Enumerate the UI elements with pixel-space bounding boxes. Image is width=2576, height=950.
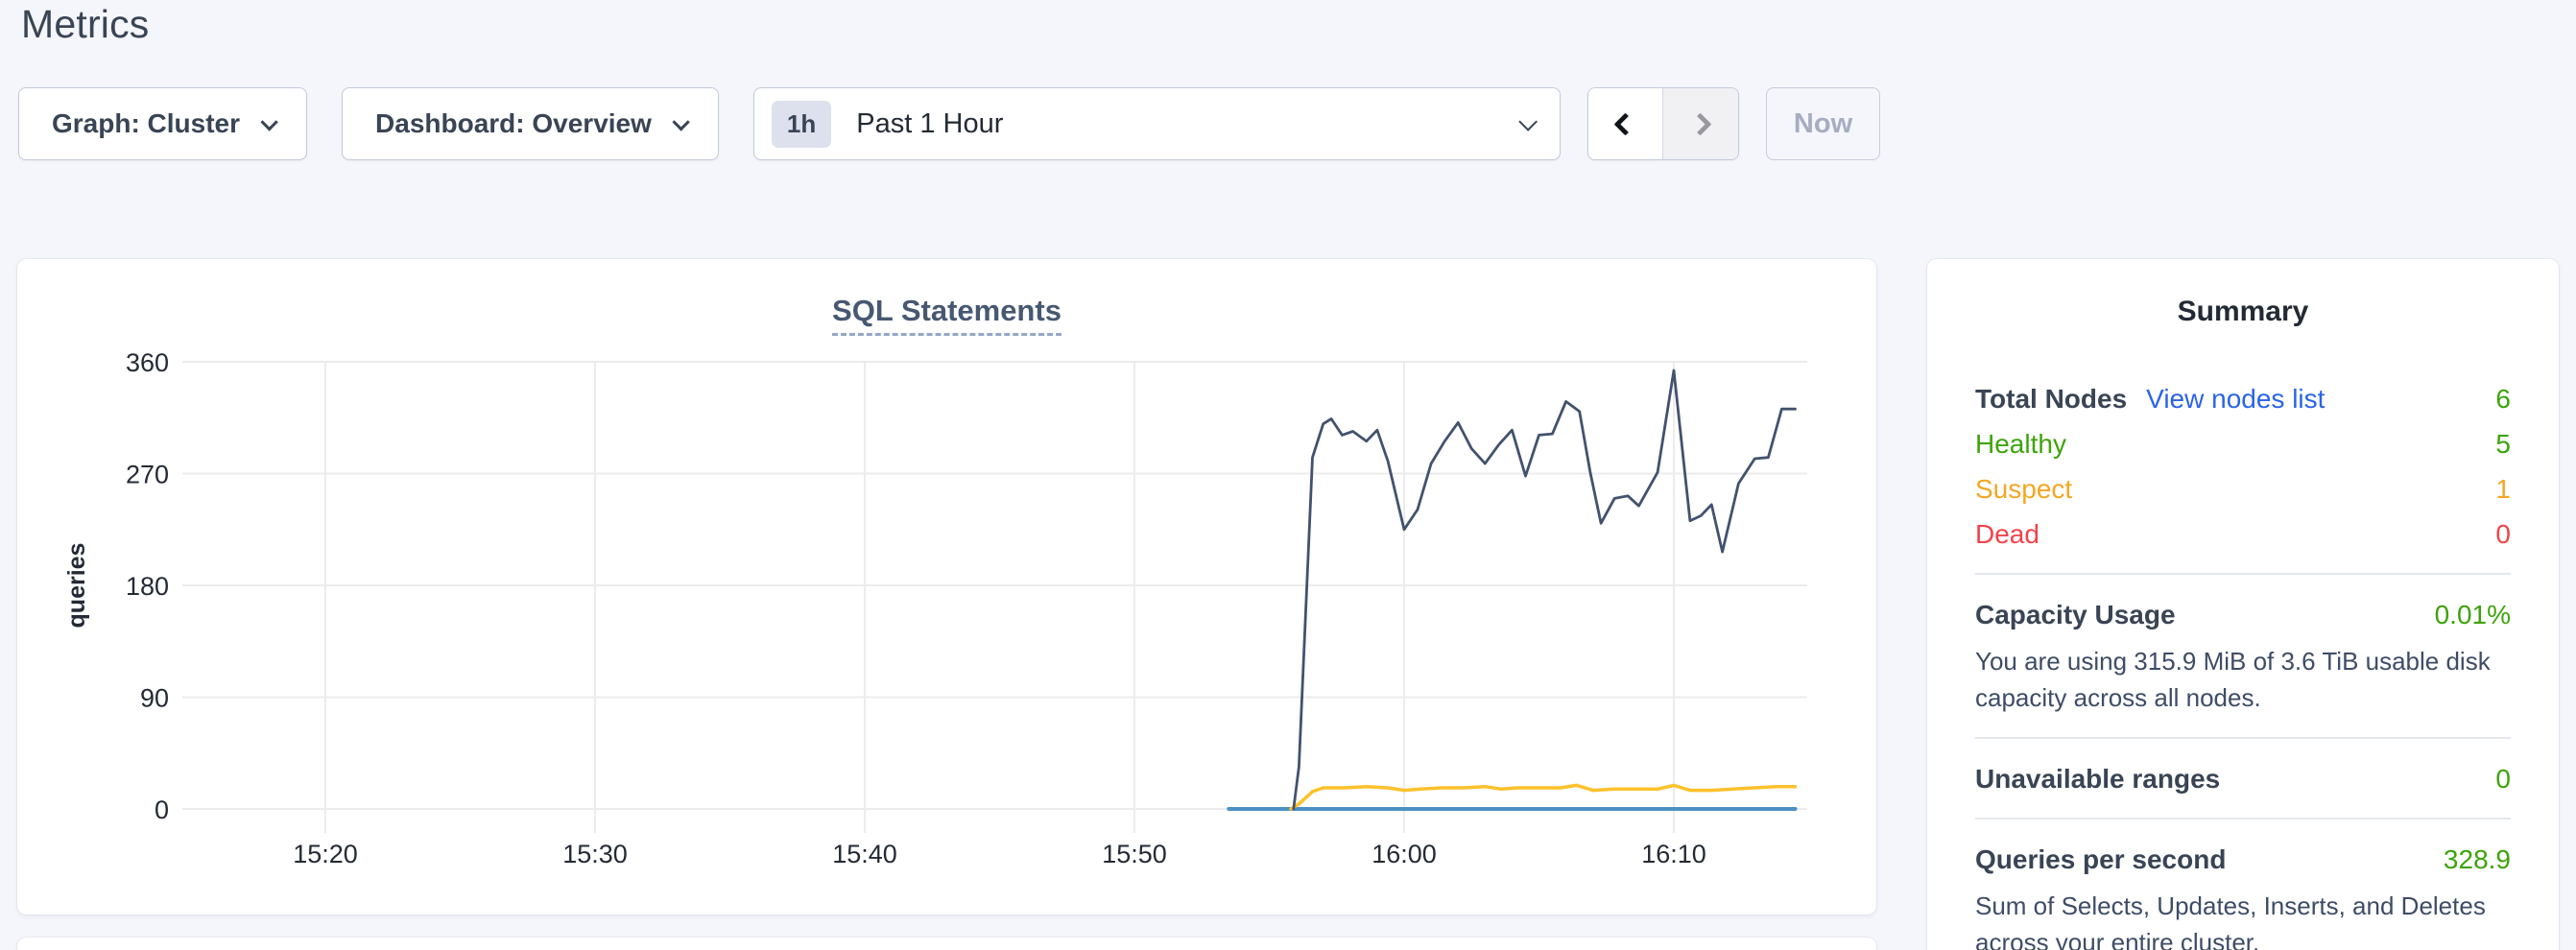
- total-nodes-row: Total Nodes View nodes list 6: [1975, 382, 2511, 416]
- svg-text:270: 270: [126, 461, 169, 489]
- now-button[interactable]: Now: [1766, 87, 1880, 160]
- chevron-left-icon: [1613, 112, 1636, 135]
- summary-panel: Summary Total Nodes View nodes list 6 He…: [1927, 259, 2559, 950]
- divider: [1975, 737, 2511, 739]
- page-title: Metrics: [21, 2, 150, 47]
- svg-text:16:10: 16:10: [1641, 840, 1706, 868]
- graph-dropdown-label: Graph: Cluster: [52, 108, 240, 139]
- time-window-pager: [1587, 87, 1739, 160]
- time-window-dropdown[interactable]: 1h Past 1 Hour: [753, 87, 1561, 160]
- sql-statements-plot[interactable]: 0 90 180 270 360 15:20 15:30 15:40 15:50 16:00 16:…: [17, 259, 1876, 914]
- chevron-right-icon: [1689, 112, 1712, 135]
- dead-label: Dead: [1975, 517, 2039, 552]
- unavailable-ranges-value: 0: [2495, 762, 2511, 796]
- svg-text:16:00: 16:00: [1371, 840, 1437, 868]
- summary-title: Summary: [1975, 296, 2511, 328]
- divider: [1975, 573, 2511, 575]
- time-window-label: Past 1 Hour: [856, 108, 1519, 140]
- next-chart-card: [17, 938, 1876, 950]
- total-nodes-value: 6: [2495, 382, 2511, 416]
- metrics-toolbar: Graph: Cluster Dashboard: Overview 1h Pa…: [18, 87, 1880, 160]
- healthy-nodes-row: Healthy 5: [1975, 427, 2511, 462]
- suspect-nodes-row: Suspect 1: [1975, 472, 2511, 507]
- next-timewindow-button[interactable]: [1663, 88, 1738, 159]
- unavailable-ranges-label: Unavailable ranges: [1975, 762, 2220, 796]
- queries-per-second-row: Queries per second 328.9: [1975, 843, 2511, 877]
- graph-dropdown[interactable]: Graph: Cluster: [18, 87, 307, 160]
- sql-statements-chart-card: 0 90 180 270 360 15:20 15:30 15:40 15:50 16:00 16:…: [17, 259, 1876, 914]
- healthy-label: Healthy: [1975, 427, 2066, 462]
- view-nodes-list-link[interactable]: View nodes list: [2146, 382, 2325, 416]
- chevron-down-icon: [260, 113, 277, 131]
- chevron-down-icon: [1518, 112, 1538, 131]
- capacity-usage-value: 0.01%: [2435, 598, 2511, 632]
- total-nodes-label: Total Nodes: [1975, 382, 2127, 416]
- svg-text:90: 90: [140, 684, 169, 713]
- dashboard-dropdown-label: Dashboard: Overview: [375, 108, 652, 139]
- unavailable-ranges-row: Unavailable ranges 0: [1975, 762, 2511, 796]
- queries-per-second-value: 328.9: [2444, 843, 2511, 877]
- svg-text:15:20: 15:20: [293, 840, 358, 868]
- dead-nodes-row: Dead 0: [1975, 517, 2511, 552]
- chart-title-wrap: SQL Statements: [17, 294, 1876, 336]
- svg-text:360: 360: [126, 348, 169, 377]
- svg-text:15:30: 15:30: [562, 840, 628, 868]
- healthy-value: 5: [2495, 427, 2511, 462]
- divider: [1975, 818, 2511, 819]
- svg-text:0: 0: [155, 796, 169, 824]
- dashboard-dropdown[interactable]: Dashboard: Overview: [342, 87, 719, 160]
- capacity-usage-row: Capacity Usage 0.01%: [1975, 598, 2511, 632]
- svg-text:15:40: 15:40: [832, 840, 897, 868]
- suspect-value: 1: [2495, 472, 2511, 507]
- svg-text:180: 180: [126, 572, 169, 601]
- suspect-label: Suspect: [1975, 472, 2072, 507]
- prev-timewindow-button[interactable]: [1588, 88, 1663, 159]
- node-status-rows: Total Nodes View nodes list 6 Healthy 5 …: [1975, 382, 2511, 552]
- time-window-badge: 1h: [772, 101, 831, 148]
- queries-per-second-label: Queries per second: [1975, 843, 2226, 877]
- svg-text:queries: queries: [63, 543, 90, 629]
- chevron-down-icon: [672, 113, 689, 131]
- capacity-usage-description: You are using 315.9 MiB of 3.6 TiB usabl…: [1975, 643, 2511, 716]
- svg-text:15:50: 15:50: [1102, 840, 1167, 868]
- dead-value: 0: [2495, 517, 2511, 552]
- queries-per-second-description: Sum of Selects, Updates, Inserts, and De…: [1975, 888, 2511, 950]
- chart-title[interactable]: SQL Statements: [832, 294, 1061, 336]
- capacity-usage-label: Capacity Usage: [1975, 598, 2176, 632]
